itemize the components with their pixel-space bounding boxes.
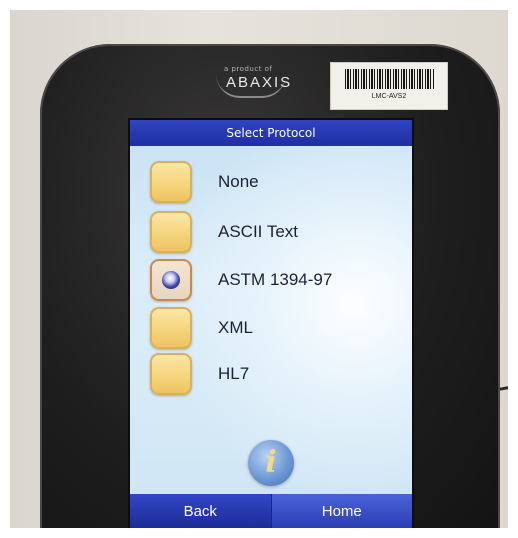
option-label: ASTM 1394-97 [218, 270, 333, 289]
option-label: ASCII Text [218, 222, 298, 241]
checkbox[interactable] [150, 211, 192, 253]
option-label: None [218, 172, 259, 191]
option-xml[interactable]: XML [150, 306, 400, 350]
option-label: HL7 [218, 364, 250, 383]
touchscreen: Select Protocol None ASCII Text ASTM 139… [128, 118, 414, 528]
home-button[interactable]: Home [270, 494, 412, 528]
brand-tagline: a product of [224, 65, 273, 73]
photo-background: a product of ABAXIS LMC-AVS2 Select Prot… [10, 10, 508, 528]
option-label: XML [218, 318, 253, 337]
barcode-icon [345, 69, 435, 89]
checkbox-selected[interactable] [150, 259, 192, 301]
asset-label-text: LMC-AVS2 [371, 93, 407, 100]
checkbox[interactable] [150, 161, 192, 203]
info-icon[interactable]: i [248, 440, 294, 486]
option-hl7[interactable]: HL7 [150, 352, 400, 396]
checkbox[interactable] [150, 307, 192, 349]
back-button[interactable]: Back [130, 494, 271, 528]
option-none[interactable]: None [150, 160, 400, 204]
radio-selected-icon [162, 271, 180, 289]
screen-title: Select Protocol [130, 120, 412, 146]
option-ascii-text[interactable]: ASCII Text [150, 210, 400, 254]
checkbox[interactable] [150, 353, 192, 395]
option-astm[interactable]: ASTM 1394-97 [150, 258, 400, 302]
bottom-nav: Back Home [130, 494, 412, 528]
asset-label: LMC-AVS2 [330, 62, 448, 110]
brand-logo: ABAXIS [226, 74, 293, 91]
